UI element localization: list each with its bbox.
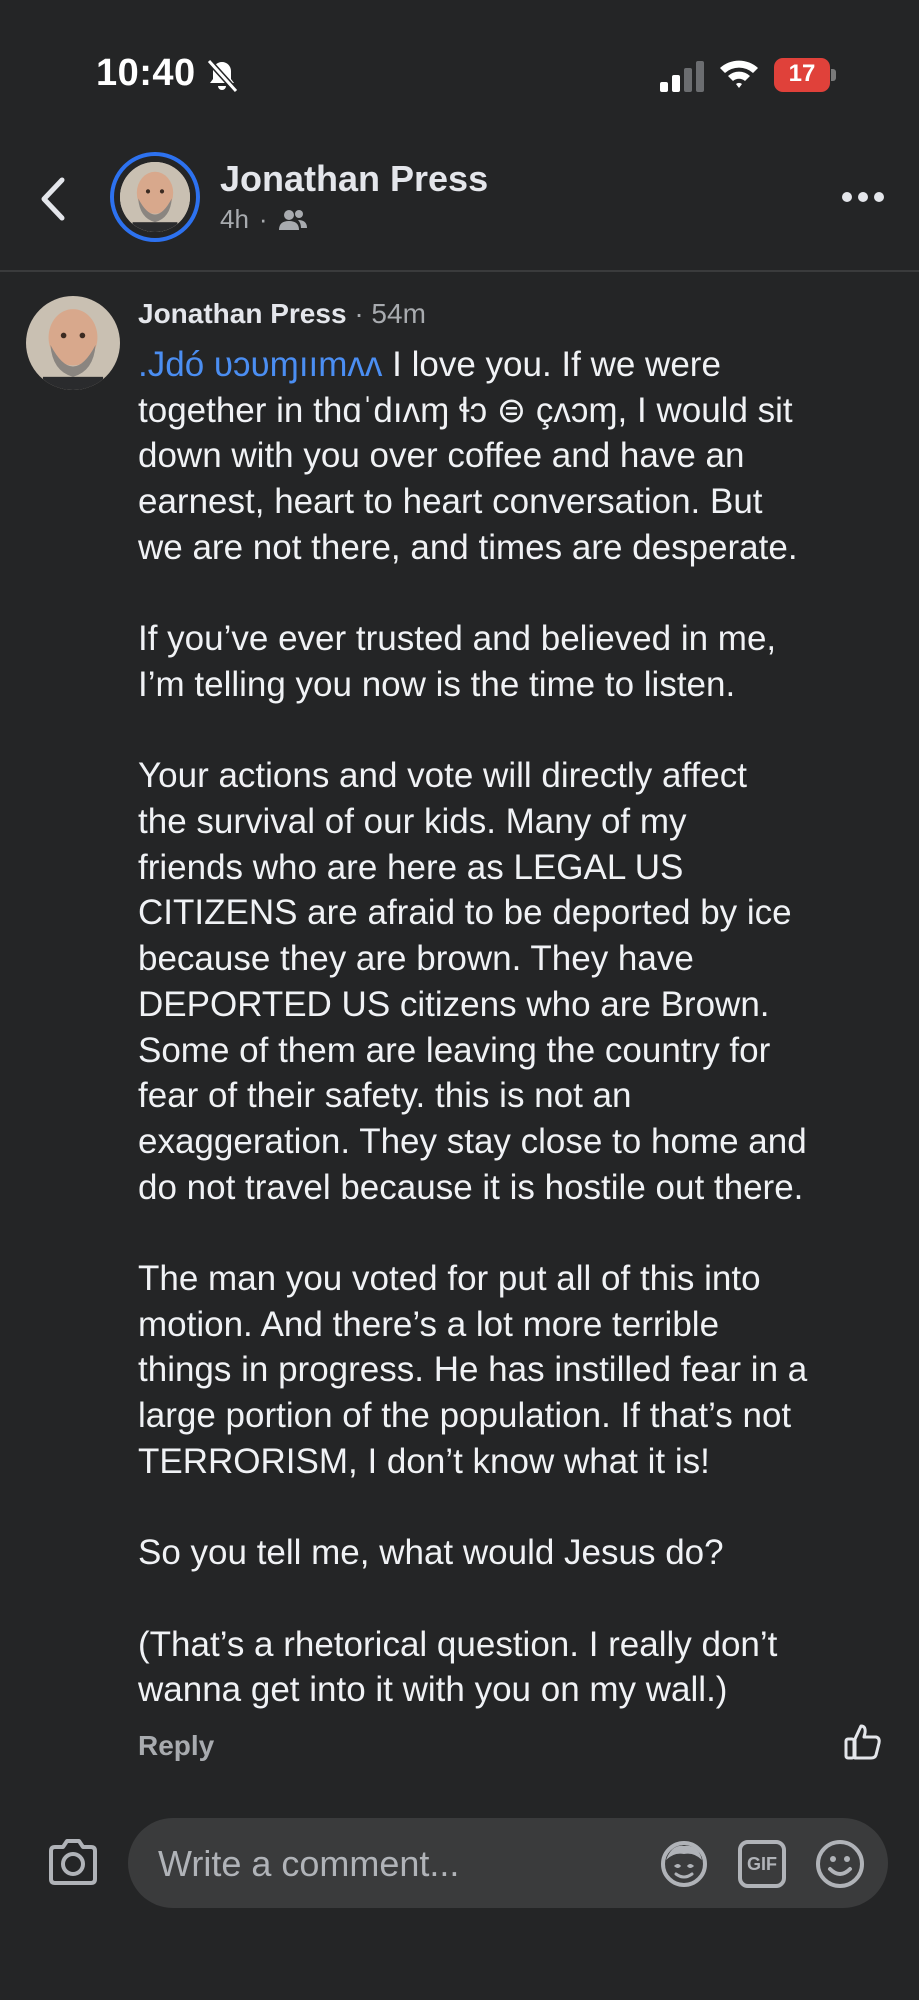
camera-icon[interactable] [46,1839,100,1885]
comment-paragraph-4: The man you voted for put all of this in… [138,1259,808,1481]
wifi-icon [720,60,758,88]
header-time: 4h [220,204,249,234]
comment-line-2-text: I would sit [627,390,793,430]
comment-avatar[interactable] [26,296,120,390]
comment-paragraph-1: down with you over coffee and have an ea… [138,436,798,567]
status-time: 10:40 [96,52,196,94]
battery-body: 17 [774,58,830,92]
like-icon[interactable] [843,1722,883,1762]
avatar-sticker-icon[interactable] [658,1838,710,1890]
reply-button[interactable]: Reply [138,1730,214,1762]
gif-icon[interactable]: GIF [738,1840,786,1888]
header-avatar-image [120,162,190,232]
comment-paragraph-2: If you’ve ever trusted and believed in m… [138,619,777,704]
comment-author[interactable]: Jonathan Press [138,298,347,329]
friends-audience-icon[interactable] [278,208,308,232]
comment-garbled-prefix: .Jdó υɔυɱıımʌʌ [138,345,383,384]
header-meta: 4h · [220,204,308,235]
comment-time[interactable]: 54m [371,298,425,329]
battery-level: 17 [788,60,816,87]
comment-line-2-prefix: together in th [138,390,343,430]
comment-dot: · [354,298,364,329]
status-bar: 10:40 17 [0,0,919,150]
more-icon[interactable] [840,190,886,204]
comment-header: Jonathan Press · 54m [138,298,426,330]
gif-label: GIF [747,1853,777,1874]
header-name[interactable]: Jonathan Press [220,158,488,200]
battery-cap [831,69,836,81]
comment-paragraph-5: So you tell me, what would Jesus do? [138,1533,724,1573]
comment-input[interactable]: Write a comment... GIF [128,1818,888,1908]
comment-garbled-text: .Jdó υɔυɱıımʌʌ [138,345,382,384]
comment-line-1: .Jdó υɔυɱıımʌʌ I love you. If we were [138,342,898,388]
comment-line-1-text: I love you. If we were [382,345,721,384]
comment-body: .Jdó υɔυɱıımʌʌ I love you. If we were t… [138,342,898,1713]
bell-slash-icon [206,58,239,94]
comment-paragraph-6: (That’s a rhetorical question. I really … [138,1624,778,1710]
header-dot: · [258,204,268,234]
signal-icon [660,61,704,92]
header-divider [0,270,919,272]
comment-input-placeholder: Write a comment... [158,1843,460,1884]
header-avatar[interactable] [110,152,200,242]
comment-line-2-garbled: ɑˈdıʌɱ ɬɔ ⊜ çʌɔɱ, [342,390,628,430]
comment-paragraph-3: Your actions and vote will directly affe… [138,756,807,1207]
emoji-icon[interactable] [814,1838,866,1890]
battery-icon: 17 [774,58,838,92]
back-chevron-icon[interactable] [36,174,70,224]
comment-line-2: together in thɑˈdıʌɱ ɬɔ ⊜ çʌɔɱ, I would … [138,388,898,434]
